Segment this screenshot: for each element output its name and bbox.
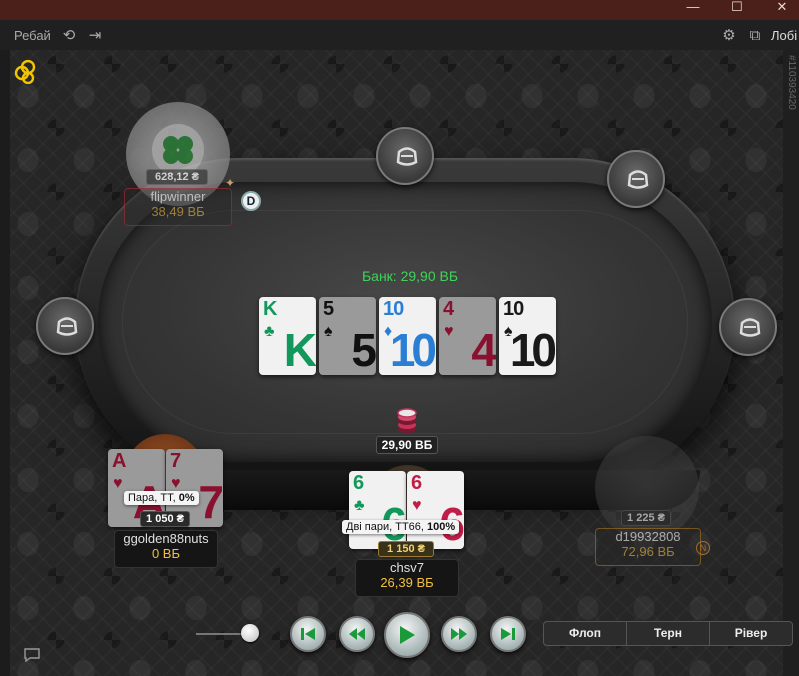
seat-icon — [396, 147, 418, 166]
card-suit-icon: ♥ — [412, 497, 422, 514]
center-bet-amount: 29,90 ВБ — [376, 436, 438, 454]
player-name: d19932808 — [615, 529, 681, 544]
card-rank: 10 — [383, 298, 404, 320]
card-suit-icon: ♥ — [113, 475, 123, 492]
card-big-rank: K — [283, 324, 316, 375]
player-name: flipwinner — [150, 189, 206, 204]
card-board-4: 10 ♠ 10 — [499, 297, 556, 375]
play-icon — [400, 626, 415, 644]
player-stack: 26,39 ВБ — [380, 575, 434, 590]
play-button[interactable] — [384, 612, 430, 658]
card-rank: 6 — [353, 472, 364, 494]
seat-flipwinner[interactable]: flipwinner 38,49 ВБ — [124, 188, 232, 226]
rewind-icon — [349, 628, 365, 640]
d199-bet: 1 225 ₴ — [621, 510, 671, 526]
seat-icon — [739, 318, 761, 337]
card-suit-icon: ♣ — [264, 323, 275, 340]
settings-gear-icon[interactable]: ⚙ — [720, 27, 738, 45]
right-edge — [783, 50, 799, 676]
card-big-rank: 10 — [389, 324, 436, 375]
card-big-rank: 4 — [471, 324, 496, 375]
fast-forward-icon — [451, 628, 467, 640]
fast-forward-button[interactable] — [441, 616, 477, 652]
seat-icon — [56, 317, 78, 336]
card-hero-0: 6♣6 — [349, 471, 406, 549]
refresh-icon[interactable]: ⟲ — [60, 27, 78, 45]
card-suit-icon: ♥ — [444, 323, 454, 340]
card-suit-icon: ♠ — [324, 323, 333, 340]
street-flop-button[interactable]: Флоп — [544, 622, 627, 645]
skip-back-icon — [301, 628, 315, 640]
card-board-2: 10 ♦ 10 — [379, 297, 436, 375]
replay-speed-knob[interactable] — [241, 624, 259, 642]
skip-to-end-button[interactable] — [490, 616, 526, 652]
card-big-rank: 5 — [351, 324, 376, 375]
lobby-screen-icon[interactable]: ⧉ — [746, 27, 764, 45]
maximize-button[interactable]: ☐ — [722, 0, 752, 18]
dealer-button: D — [241, 191, 261, 211]
poker-replay-window: — ☐ ✕ Ребай ⟲ ⇥ ⚙ ⧉ Лобі #110393420 Банк… — [0, 0, 799, 676]
street-selector: Флоп Терн Рівер — [543, 621, 793, 646]
street-river-button[interactable]: Рівер — [710, 622, 792, 645]
empty-seat-top-right[interactable] — [607, 150, 665, 208]
card-rank: 6 — [411, 472, 422, 494]
card-suit-icon: ♣ — [354, 497, 365, 514]
seat-d19932808[interactable]: d19932808 72,96 ВБ — [595, 528, 701, 566]
player-stack: 72,96 ВБ — [621, 544, 675, 559]
player-name: ggolden88nuts — [123, 531, 209, 546]
card-rank: A — [112, 450, 126, 472]
card-rank: 7 — [170, 450, 181, 472]
player-name: chsv7 — [390, 560, 424, 575]
card-rank: 10 — [503, 298, 524, 320]
player-stack: 0 ВБ — [151, 546, 181, 561]
minimize-button[interactable]: — — [678, 0, 708, 18]
coins-logo-icon[interactable] — [14, 60, 38, 84]
empty-seat-left[interactable] — [36, 297, 94, 355]
seat-chsv7[interactable]: chsv7 26,39 ВБ — [355, 559, 459, 597]
hero-bet: 1 150 ₴ — [378, 541, 434, 557]
pot-label: Банк: 29,90 ВБ — [361, 268, 459, 284]
ggolden-hand-strength: Пара, ТТ, 0% — [124, 491, 199, 505]
notes-icon[interactable]: N — [696, 541, 710, 555]
card-big-rank: 7 — [198, 476, 223, 527]
card-board-1: 5 ♠ 5 — [319, 297, 376, 375]
close-button[interactable]: ✕ — [767, 0, 797, 18]
seat-ggolden88nuts[interactable]: ggolden88nuts 0 ВБ — [114, 530, 218, 568]
street-turn-button[interactable]: Терн — [627, 622, 710, 645]
chip-stack-icon — [397, 408, 417, 433]
hero-hand-strength: Дві пари, TT66, 100% — [342, 520, 460, 534]
card-hero-1: 6♥6 — [407, 471, 464, 549]
card-rank: 4 — [443, 298, 454, 320]
left-edge — [0, 50, 10, 676]
title-bar: — ☐ ✕ — [0, 0, 799, 20]
empty-seat-right[interactable] — [719, 298, 777, 356]
card-big-rank: 10 — [509, 324, 556, 375]
seat-icon — [627, 170, 649, 189]
chat-icon[interactable] — [24, 648, 40, 663]
card-board-0: K ♣ K — [259, 297, 316, 375]
lobby-button[interactable]: Лобі — [771, 28, 797, 43]
flipwinner-bet: 628,12 ₴ — [146, 169, 208, 185]
skip-to-start-button[interactable] — [290, 616, 326, 652]
exit-icon[interactable]: ⇥ — [86, 27, 104, 45]
card-rank: K — [263, 298, 277, 320]
skip-forward-icon — [501, 628, 515, 640]
empty-seat-top-center[interactable] — [376, 127, 434, 185]
rebuy-button[interactable]: Ребай — [14, 28, 51, 43]
hand-id: #110393420 — [786, 55, 797, 110]
player-stack: 38,49 ВБ — [151, 204, 205, 219]
card-rank: 5 — [323, 298, 334, 320]
card-board-3: 4 ♥ 4 — [439, 297, 496, 375]
ggolden-bet: 1 050 ₴ — [140, 511, 190, 527]
rewind-button[interactable] — [339, 616, 375, 652]
toolbar — [0, 20, 799, 50]
